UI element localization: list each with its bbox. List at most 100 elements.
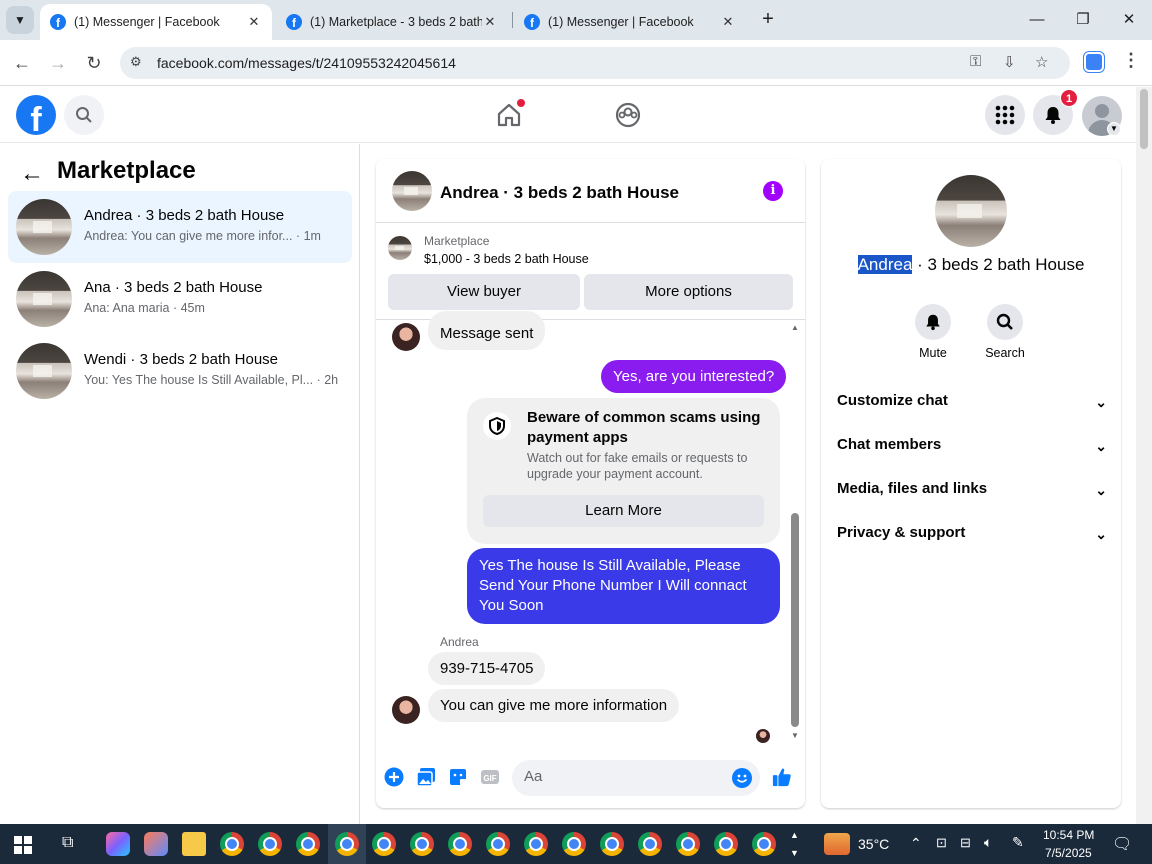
chrome-icon[interactable] xyxy=(296,832,320,856)
reload-icon[interactable]: ↻ xyxy=(82,51,106,75)
clock-date[interactable]: 7/5/2025 xyxy=(1045,846,1092,860)
task-view-icon[interactable]: ⧉ xyxy=(62,834,73,852)
menu-button[interactable] xyxy=(985,95,1025,135)
back-arrow-icon[interactable]: ← xyxy=(20,160,44,188)
install-app-icon[interactable]: ⇩ xyxy=(1003,53,1016,71)
message-input[interactable] xyxy=(524,768,714,785)
chrome-icon[interactable] xyxy=(752,832,776,856)
meet-icon[interactable]: ⊡ xyxy=(936,835,947,851)
privacy-support-section[interactable]: Privacy & support ⌄ xyxy=(837,524,1107,556)
chrome-icon[interactable] xyxy=(220,832,244,856)
home-nav-button[interactable] xyxy=(489,97,529,133)
taskbar-overflow-arrows[interactable]: ▲ ▼ xyxy=(790,826,799,862)
new-tab-button[interactable]: + xyxy=(756,8,780,32)
network-icon[interactable]: ⊟ xyxy=(960,835,971,851)
chrome-icon[interactable] xyxy=(486,832,510,856)
tray-chevron-up-icon[interactable]: ⌃ xyxy=(910,835,922,852)
chrome-icon[interactable] xyxy=(676,832,700,856)
site-info-icon[interactable]: ⚙ xyxy=(130,54,142,70)
back-icon[interactable]: ← xyxy=(10,51,34,75)
scroll-up-icon[interactable]: ▲ xyxy=(790,323,800,332)
omnibox[interactable]: ⚙ facebook.com/messages/t/24109553242045… xyxy=(120,47,1070,79)
media-files-links-section[interactable]: Media, files and links ⌄ xyxy=(837,480,1107,512)
bell-icon xyxy=(1045,107,1061,124)
weather-temperature[interactable]: 35°C xyxy=(858,836,889,852)
tab-marketplace[interactable]: f (1) Marketplace - 3 beds 2 bath ✕ xyxy=(276,4,508,40)
clock-time[interactable]: 10:54 PM xyxy=(1043,828,1094,842)
scroll-down-icon[interactable]: ▼ xyxy=(790,731,800,740)
page-scrollbar[interactable] xyxy=(1136,87,1152,824)
listing-thumbnail xyxy=(16,271,72,327)
volume-icon[interactable]: 🔈︎ xyxy=(984,834,992,851)
close-window-button[interactable]: ✕ xyxy=(1117,8,1141,32)
chat-title[interactable]: Andrea · 3 beds 2 bath House xyxy=(440,183,679,203)
browser-menu-icon[interactable]: ⋮ xyxy=(1122,50,1140,71)
browser-tab-bar: ▼ f (1) Messenger | Facebook ✕ f (1) Mar… xyxy=(0,0,1152,40)
selected-name-text[interactable]: Andrea xyxy=(857,255,913,274)
search-in-chat-button[interactable]: Search xyxy=(975,304,1035,360)
notification-center-icon[interactable]: 🗨︎ xyxy=(1112,834,1132,854)
chat-members-section[interactable]: Chat members ⌄ xyxy=(837,436,1107,468)
close-icon[interactable]: ✕ xyxy=(246,14,262,30)
sender-name: Andrea xyxy=(440,635,479,649)
chrome-icon[interactable] xyxy=(638,832,662,856)
tab-messenger-2[interactable]: f (1) Messenger | Facebook ✕ xyxy=(514,4,746,40)
listing-summary[interactable]: $1,000 - 3 beds 2 bath House xyxy=(424,252,589,266)
svg-text:GIF: GIF xyxy=(483,774,496,783)
chat-scrollbar[interactable]: ▲ ▼ xyxy=(790,323,800,741)
avatar-head xyxy=(1095,104,1109,118)
restore-button[interactable]: ❐ xyxy=(1071,8,1095,32)
scrollbar-thumb[interactable] xyxy=(791,513,799,727)
listing-thumbnail[interactable] xyxy=(392,171,432,211)
photo-icon[interactable] xyxy=(416,767,436,787)
info-icon[interactable]: i xyxy=(763,181,783,201)
file-explorer-icon[interactable] xyxy=(182,832,206,856)
conversation-item[interactable]: Wendi · 3 beds 2 bath House You: Yes The… xyxy=(8,335,352,407)
close-icon[interactable]: ✕ xyxy=(482,14,498,30)
more-options-button[interactable]: More options xyxy=(584,274,793,310)
chrome-icon[interactable] xyxy=(410,832,434,856)
chrome-icon[interactable] xyxy=(335,832,359,856)
groups-nav-button[interactable] xyxy=(608,97,648,133)
chat-details-name: Andrea · 3 beds 2 bath House xyxy=(821,255,1121,275)
tab-title: (1) Marketplace - 3 beds 2 bath xyxy=(310,15,482,29)
tab-messenger-1[interactable]: f (1) Messenger | Facebook ✕ xyxy=(40,4,272,40)
windows-start-icon[interactable] xyxy=(14,836,32,859)
conversation-item[interactable]: Andrea · 3 beds 2 bath House Andrea: You… xyxy=(8,191,352,263)
browser-profile-icon[interactable] xyxy=(1084,52,1104,72)
chat-panel: Andrea · 3 beds 2 bath House i Marketpla… xyxy=(376,159,805,808)
chevron-down-icon[interactable]: ▼ xyxy=(1107,122,1121,136)
plus-circle-icon[interactable] xyxy=(384,767,404,787)
minimize-button[interactable]: — xyxy=(1025,8,1049,32)
emoji-icon[interactable] xyxy=(732,768,752,788)
sticker-icon[interactable] xyxy=(448,767,468,787)
chrome-icon[interactable] xyxy=(372,832,396,856)
password-key-icon[interactable]: ⚿ xyxy=(970,53,981,70)
facebook-logo-icon[interactable]: f xyxy=(16,95,56,135)
chrome-icon[interactable] xyxy=(524,832,548,856)
thumbs-up-icon[interactable] xyxy=(772,767,792,787)
gif-icon[interactable]: GIF xyxy=(480,767,500,787)
chrome-icon[interactable] xyxy=(448,832,472,856)
url-text[interactable]: facebook.com/messages/t/2410955324204561… xyxy=(157,55,456,71)
customize-chat-section[interactable]: Customize chat ⌄ xyxy=(837,392,1107,424)
pen-icon[interactable]: ✎ xyxy=(1012,834,1024,851)
chrome-icon[interactable] xyxy=(714,832,738,856)
tab-search-button[interactable]: ▼ xyxy=(6,6,34,34)
bookmark-star-icon[interactable]: ☆ xyxy=(1035,53,1048,71)
chrome-icon[interactable] xyxy=(562,832,586,856)
chrome-icon[interactable] xyxy=(600,832,624,856)
forward-icon[interactable]: → xyxy=(46,51,70,75)
copilot-icon[interactable] xyxy=(106,832,130,856)
learn-more-button[interactable]: Learn More xyxy=(483,495,764,527)
scrollbar-thumb[interactable] xyxy=(1140,89,1148,149)
mute-button[interactable]: Mute xyxy=(903,304,963,360)
conversation-item[interactable]: Ana · 3 beds 2 bath House Ana: Ana maria… xyxy=(8,263,352,335)
view-buyer-button[interactable]: View buyer xyxy=(388,274,580,310)
chrome-icon[interactable] xyxy=(258,832,282,856)
weather-icon[interactable] xyxy=(824,833,850,855)
facebook-favicon-icon: f xyxy=(524,14,540,30)
search-button[interactable] xyxy=(64,95,104,135)
close-icon[interactable]: ✕ xyxy=(720,14,736,30)
app-icon[interactable] xyxy=(144,832,168,856)
